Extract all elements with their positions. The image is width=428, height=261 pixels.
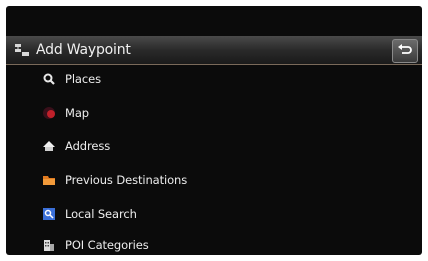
- menu-item-address[interactable]: Address: [42, 133, 382, 159]
- menu-item-places[interactable]: Places: [42, 66, 382, 92]
- menu-item-poi-categories[interactable]: POI Categories: [42, 232, 382, 255]
- folder-icon: [43, 176, 55, 185]
- back-button[interactable]: [392, 39, 418, 63]
- map-globe-icon: [43, 107, 55, 119]
- building-icon: [44, 240, 54, 251]
- menu-item-label: Places: [65, 72, 101, 86]
- nav-screen: Add Waypoint Places Map Address Previous…: [6, 6, 422, 255]
- menu-item-label: Map: [65, 106, 89, 120]
- house-icon: [43, 141, 55, 151]
- waypoint-route-icon: [15, 44, 29, 56]
- menu-item-map[interactable]: Map: [42, 100, 382, 126]
- menu-item-label: POI Categories: [65, 238, 149, 252]
- local-search-icon: [43, 208, 55, 220]
- menu-item-label: Previous Destinations: [65, 173, 188, 187]
- page-title: Add Waypoint: [36, 42, 131, 58]
- magnifier-icon: [43, 73, 55, 85]
- back-arrow-icon: [398, 44, 412, 54]
- menu-item-local-search[interactable]: Local Search: [42, 201, 382, 227]
- title-bar: Add Waypoint: [6, 36, 422, 65]
- menu-item-label: Address: [65, 139, 111, 153]
- menu-item-previous-destinations[interactable]: Previous Destinations: [42, 167, 382, 193]
- menu-item-label: Local Search: [65, 207, 137, 221]
